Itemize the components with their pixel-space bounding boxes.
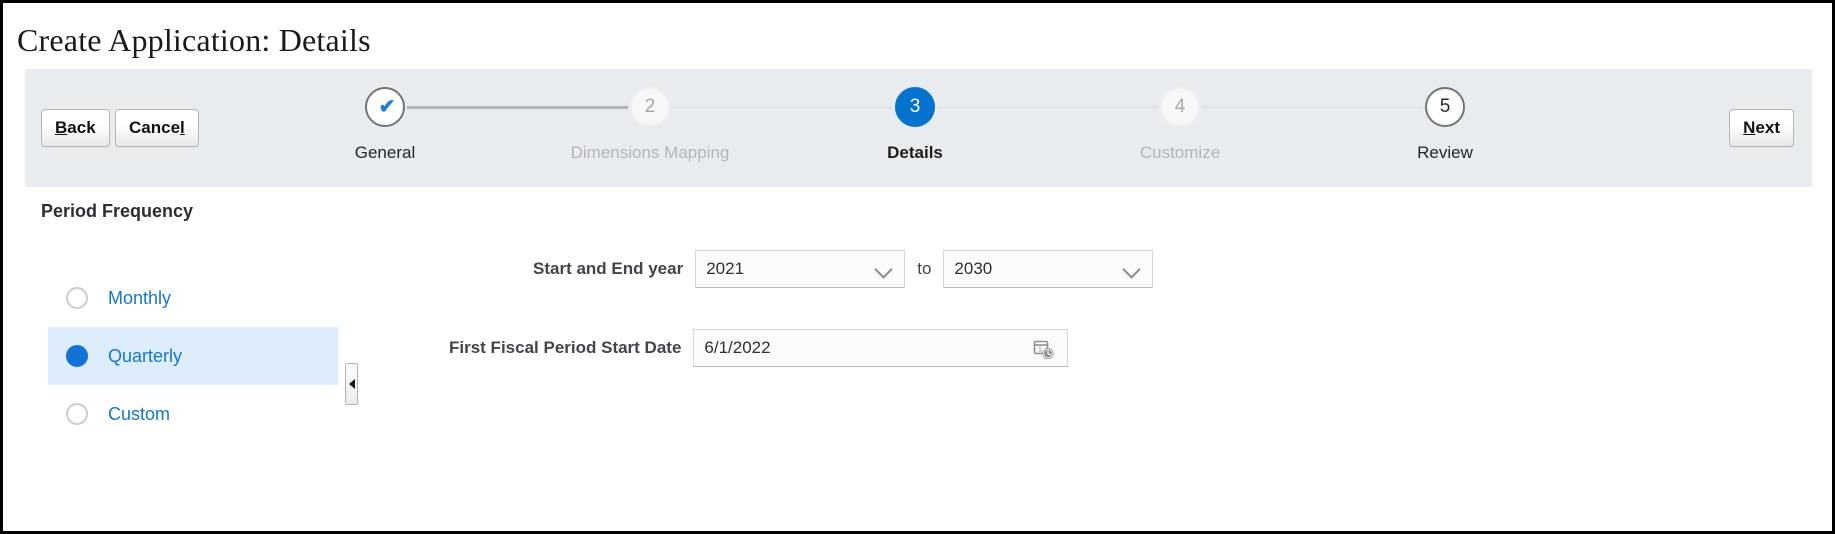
first-fiscal-period-start-date-row: First Fiscal Period Start Date 6/1/2022 … (449, 329, 1069, 367)
period-frequency-radio-group: Monthly Quarterly Custom (48, 269, 338, 443)
next-mnemonic: N (1743, 118, 1756, 137)
train-connector (407, 106, 628, 109)
frequency-option-label: Quarterly (108, 345, 183, 366)
cancel-mnemonic: l (180, 118, 185, 137)
train-step-circle[interactable]: 3 (895, 87, 935, 127)
frequency-option-quarterly[interactable]: Quarterly (48, 327, 338, 385)
start-year-select[interactable]: 2021 (695, 250, 906, 288)
end-year-value: 2030 (954, 259, 993, 278)
page-title: Create Application: Details (17, 22, 371, 58)
chevron-down-icon (1122, 260, 1142, 279)
next-label-rest: ext (1755, 118, 1780, 137)
radio-icon[interactable] (66, 287, 88, 309)
first-fiscal-period-start-date-input[interactable]: 6/1/2022 1 (693, 329, 1069, 367)
wizard-toolbar-band: Back Cancel Next ✔ General 2 Dimensions Map… (25, 69, 1812, 187)
check-icon: ✔ (378, 96, 396, 118)
cancel-label-prefix: Cance (129, 118, 181, 137)
train-step-circle[interactable]: 5 (1425, 87, 1465, 127)
back-button[interactable]: Back (41, 109, 110, 147)
frequency-option-custom[interactable]: Custom (48, 385, 338, 443)
train-step-label[interactable]: Details (800, 143, 1030, 163)
first-fiscal-period-start-date-label: First Fiscal Period Start Date (449, 338, 682, 357)
create-application-window: Create Application: Details Back Cancel … (0, 0, 1835, 534)
start-and-end-year-label: Start and End year (533, 259, 684, 278)
train-step-details[interactable]: 3 Details (800, 87, 1030, 163)
back-mnemonic: B (55, 118, 68, 137)
train-step-label[interactable]: Review (1330, 143, 1560, 163)
frequency-option-monthly[interactable]: Monthly (48, 269, 338, 327)
year-range-connector-label: to (917, 259, 932, 278)
calendar-clock-icon[interactable]: 1 (1033, 339, 1055, 361)
train-step-review[interactable]: 5 Review (1330, 87, 1560, 163)
radio-icon[interactable] (66, 403, 88, 425)
svg-text:1: 1 (1038, 347, 1042, 354)
start-year-value: 2021 (706, 259, 745, 278)
back-label-rest: ack (67, 118, 96, 137)
panel-collapse-handle[interactable] (345, 363, 358, 405)
train-step-general[interactable]: ✔ General (270, 87, 500, 163)
first-fiscal-period-start-date-value: 6/1/2022 (704, 338, 771, 357)
train-connector (672, 106, 893, 109)
train-connector (1202, 106, 1423, 109)
radio-icon[interactable] (66, 345, 88, 367)
train-step-customize: 4 Customize (1065, 87, 1295, 163)
chevron-down-icon (874, 260, 893, 279)
end-year-select[interactable]: 2030 (943, 250, 1154, 288)
train-step-label: Customize (1139, 143, 1221, 162)
train-step-circle[interactable]: ✔ (365, 87, 405, 127)
train-step-label[interactable]: General (270, 143, 500, 163)
frequency-option-label: Monthly (108, 287, 172, 308)
train-step-dimensions-mapping: 2 Dimensions Mapping (535, 87, 765, 163)
train-connector (937, 106, 1158, 109)
start-and-end-year-row: Start and End year 2021 to 2030 (533, 250, 1154, 288)
wizard-train: ✔ General 2 Dimensions Mapping 3 Details 4 Cust… (355, 87, 1473, 187)
details-form-panel: Period Frequency Monthly Quarterly Custom … (3, 193, 1832, 531)
chevron-left-icon (348, 379, 355, 389)
train-step-label: Dimensions Mapping (570, 143, 730, 162)
frequency-option-label: Custom (108, 403, 171, 424)
period-frequency-heading: Period Frequency (41, 201, 194, 221)
train-step-circle: 4 (1160, 87, 1200, 127)
train-step-circle: 2 (630, 87, 670, 127)
next-button[interactable]: Next (1729, 109, 1794, 147)
cancel-button[interactable]: Cancel (115, 109, 199, 147)
